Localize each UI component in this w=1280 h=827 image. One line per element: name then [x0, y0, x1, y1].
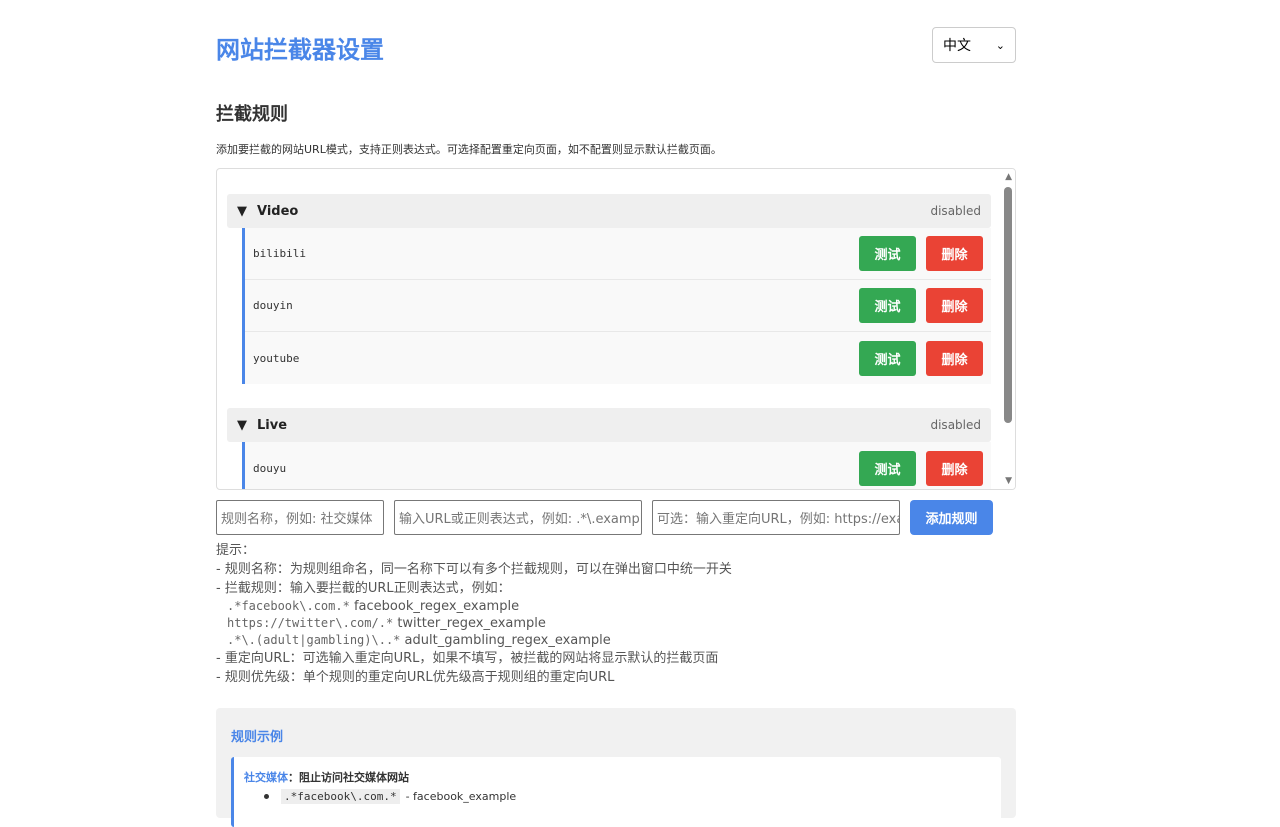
rule-actions: 测试 删除 [859, 236, 983, 271]
rule-row: douyu 测试 删除 [245, 442, 991, 489]
collapse-triangle-icon[interactable]: ▼ [237, 204, 247, 219]
tips-line-redirect: - 重定向URL：可选输入重定向URL，如果不填写，被拦截的网站将显示默认的拦截… [216, 651, 719, 666]
rules-list-content: ▼ Video disabled bilibili 测试 删除 douyin 测试 删除 yout… [227, 194, 991, 489]
redirect-url-input[interactable]: 可选：输入重定向URL，例如: https://example.com [652, 500, 900, 535]
rule-examples: 规则示例 社交媒体：阻止访问社交媒体网站 .*facebook\.com.* -… [216, 708, 1016, 827]
rule-group-status: disabled [930, 418, 981, 432]
bullet-icon [264, 794, 269, 799]
example-card-heading: 社交媒体：阻止访问社交媒体网站 [244, 771, 409, 784]
rule-actions: 测试 删除 [859, 340, 983, 376]
language-select-value: 中文 [943, 38, 971, 54]
tips-example: .*\.(adult|gambling)\..* adult_gambling_… [227, 633, 611, 648]
rule-group-header[interactable]: ▼ Live disabled [227, 408, 991, 442]
tips-heading: 提示： [216, 543, 256, 558]
rules-list[interactable]: ▼ Video disabled bilibili 测试 删除 douyin 测试 删除 yout… [216, 168, 1016, 490]
tips-example: https://twitter\.com/.* twitter_regex_ex… [227, 616, 546, 631]
collapse-triangle-icon[interactable]: ▼ [237, 418, 247, 433]
rule-row: bilibili 测试 删除 [245, 228, 991, 280]
rule-group-name: Video [257, 203, 299, 219]
example-card: 社交媒体：阻止访问社交媒体网站 .*facebook\.com.* - face… [231, 757, 1001, 827]
delete-button[interactable]: 删除 [926, 450, 983, 486]
rule-row: youtube 测试 删除 [245, 332, 991, 384]
rule-row: douyin 测试 删除 [245, 280, 991, 332]
delete-button[interactable]: 删除 [926, 288, 983, 323]
rules-description: 添加要拦截的网站URL模式，支持正则表达式。可选择配置重定向页面，如不配置则显示… [216, 143, 722, 156]
test-button[interactable]: 测试 [859, 288, 916, 323]
rule-group-header[interactable]: ▼ Video disabled [227, 194, 991, 228]
rule-actions: 测试 删除 [859, 288, 983, 323]
rule-group-rules: douyu 测试 删除 [242, 442, 991, 489]
test-button[interactable]: 测试 [859, 450, 916, 486]
rule-name-input[interactable]: 规则名称，例如: 社交媒体 [216, 500, 384, 535]
test-button[interactable]: 测试 [859, 236, 916, 271]
rule-name: douyu [253, 461, 287, 475]
add-rule-button[interactable]: 添加规则 [910, 500, 993, 535]
tips: 提示： - 规则名称：为规则组命名，同一名称下可以有多个拦截规则，可以在弹出窗口… [216, 541, 732, 687]
scroll-thumb[interactable] [1004, 187, 1012, 423]
scrollbar[interactable]: ▲ ▼ [1001, 169, 1015, 489]
page-title: 网站拦截器设置 [216, 36, 384, 64]
tips-line-name: - 规则名称：为规则组命名，同一名称下可以有多个拦截规则，可以在弹出窗口中统一开… [216, 562, 732, 577]
scroll-down-arrow-icon[interactable]: ▼ [1005, 476, 1012, 486]
example-card-item: .*facebook\.com.* - facebook_example [264, 789, 516, 804]
rule-group-title: ▼ Live [237, 418, 287, 433]
rule-name: douyin [253, 299, 293, 312]
rule-name: bilibili [253, 247, 306, 260]
rules-section-title: 拦截规则 [216, 104, 288, 125]
rule-group-title: ▼ Video [237, 204, 298, 219]
chevron-down-icon: ⌄ [995, 38, 1005, 52]
delete-button[interactable]: 删除 [926, 340, 983, 376]
rule-name: youtube [253, 351, 300, 365]
rule-examples-title: 规则示例 [231, 730, 284, 745]
delete-button[interactable]: 删除 [926, 236, 983, 271]
tips-line-pattern: - 拦截规则：输入要拦截的URL正则表达式，例如： [216, 581, 511, 596]
scroll-up-arrow-icon[interactable]: ▲ [1005, 172, 1012, 182]
test-button[interactable]: 测试 [859, 340, 916, 376]
rule-pattern-input[interactable]: 输入URL或正则表达式，例如: .*\.example\.com.* [394, 500, 642, 535]
rule-group-rules: bilibili 测试 删除 douyin 测试 删除 youtube 测试 删除 [242, 228, 991, 384]
group-gap [227, 384, 991, 408]
add-rule-form: 规则名称，例如: 社交媒体 输入URL或正则表达式，例如: .*\.exampl… [216, 500, 1016, 535]
rule-group-name: Live [257, 417, 288, 433]
rule-actions: 测试 删除 [859, 450, 983, 486]
rule-group-status: disabled [930, 204, 981, 218]
tips-example: .*facebook\.com.* facebook_regex_example [227, 599, 520, 614]
tips-line-priority: - 规则优先级：单个规则的重定向URL优先级高于规则组的重定向URL [216, 670, 615, 685]
language-select[interactable]: 中文 ⌄ [932, 27, 1016, 63]
